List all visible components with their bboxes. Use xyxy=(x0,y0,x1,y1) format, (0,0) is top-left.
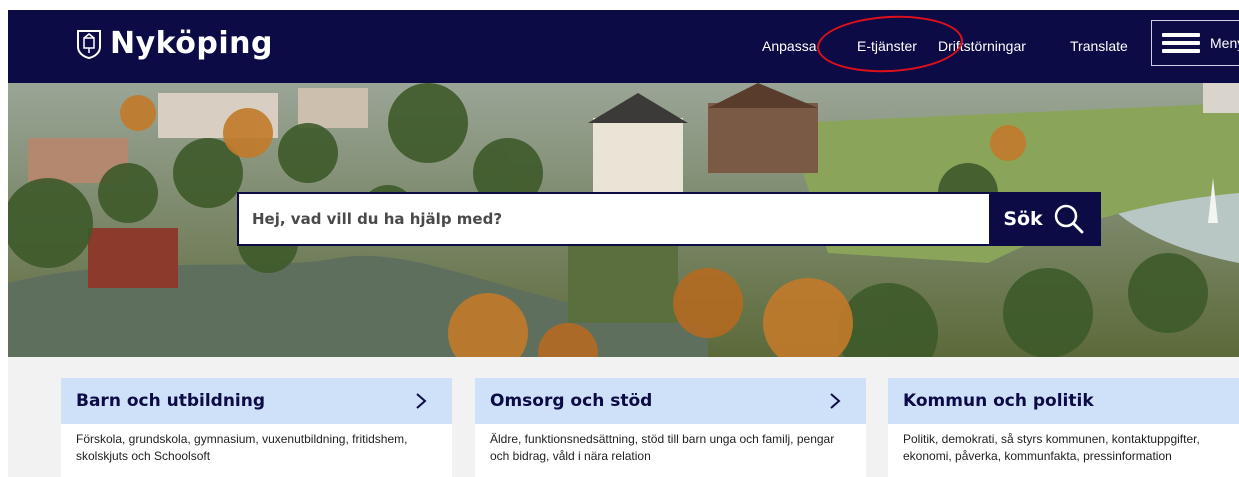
nav-link-e-tjanster[interactable]: E-tjänster xyxy=(857,38,917,54)
card-description: Politik, demokrati, så styrs kommunen, k… xyxy=(903,432,1200,463)
card-header[interactable]: Barn och utbildning xyxy=(61,378,452,424)
menu-button[interactable]: Meny xyxy=(1151,20,1239,66)
card-description: Äldre, funktionsnedsättning, stöd till b… xyxy=(490,432,835,463)
nav-link-anpassa[interactable]: Anpassa xyxy=(762,38,816,54)
site-logo[interactable]: Nyköping xyxy=(76,26,273,61)
card-header[interactable]: Kommun och politik xyxy=(888,378,1239,424)
nav-link-driftstorningar[interactable]: Driftstörningar xyxy=(938,38,1026,54)
menu-label: Meny xyxy=(1210,35,1239,51)
top-navigation-bar: Nyköping Anpassa E-tjänster Driftstörnin… xyxy=(8,10,1239,83)
card-header[interactable]: Omsorg och stöd xyxy=(475,378,866,424)
search-button-label: Sök xyxy=(1003,208,1043,230)
logo-text: Nyköping xyxy=(110,26,274,61)
chevron-right-icon xyxy=(830,393,841,409)
card-title: Barn och utbildning xyxy=(76,391,266,411)
nav-link-translate[interactable]: Translate xyxy=(1070,38,1128,54)
hamburger-icon xyxy=(1162,33,1200,53)
chevron-right-icon xyxy=(416,393,427,409)
search-icon xyxy=(1054,204,1084,234)
card-title: Omsorg och stöd xyxy=(490,391,653,411)
search-button[interactable]: Sök xyxy=(989,194,1099,244)
category-card-kommun-och-politik[interactable]: Kommun och politik Politik, demokrati, s… xyxy=(888,378,1239,477)
card-title: Kommun och politik xyxy=(903,391,1094,411)
crest-icon xyxy=(77,29,101,59)
card-description: Förskola, grundskola, gymnasium, vuxenut… xyxy=(76,432,408,463)
category-card-omsorg-och-stod[interactable]: Omsorg och stöd Äldre, funktionsnedsättn… xyxy=(475,378,866,477)
search-input[interactable] xyxy=(239,194,989,244)
category-card-barn-och-utbildning[interactable]: Barn och utbildning Förskola, grundskola… xyxy=(61,378,452,477)
search-box: Sök xyxy=(237,192,1101,246)
